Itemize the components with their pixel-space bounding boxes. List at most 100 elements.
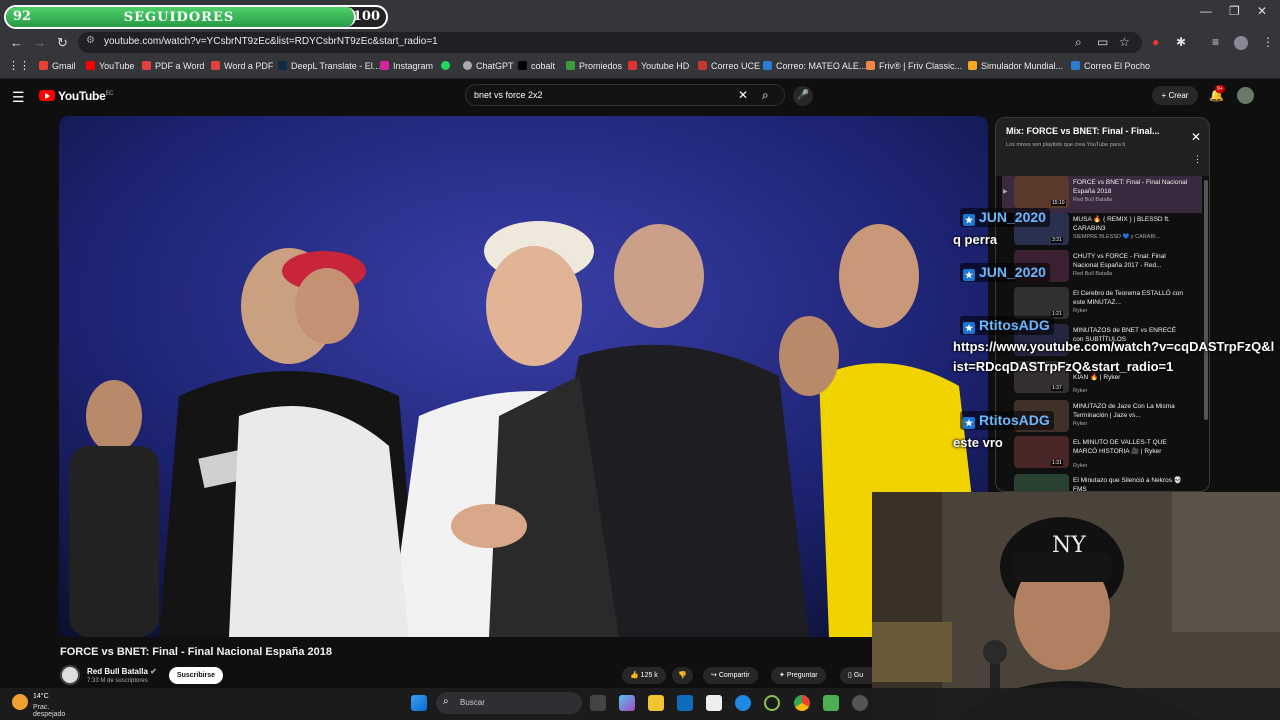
bookmark-correo-mateo[interactable]: Correo: MATEO ALE... — [763, 61, 866, 71]
save-icon: ▯ — [848, 672, 852, 679]
minimize-icon[interactable]: — — [1200, 4, 1212, 18]
chat-overlay: ★ JUN_2020 q perra ★ JUN_2020 ★ RtitosADG h… — [950, 205, 1280, 455]
instagram-icon — [380, 61, 389, 70]
voice-search-icon[interactable]: 🎤 — [793, 86, 813, 106]
create-button[interactable]: + Crear — [1152, 86, 1198, 105]
bookmark-star-icon[interactable]: ☆ — [1119, 35, 1130, 49]
bookmark-promiedos[interactable]: Promiedos — [566, 61, 622, 71]
minecraft-icon[interactable] — [823, 695, 839, 711]
chrome-icon[interactable] — [794, 695, 810, 711]
restore-icon[interactable]: ❐ — [1229, 4, 1240, 18]
youtube-icon — [86, 61, 95, 70]
back-icon[interactable]: ← — [10, 35, 23, 50]
clear-search-icon[interactable]: ✕ — [738, 88, 748, 102]
taskbar-search-input[interactable]: Buscar — [460, 698, 485, 707]
cast-icon[interactable]: ▭ — [1097, 35, 1108, 49]
youtube-logo[interactable]: YouTubeEC — [39, 89, 113, 103]
more-options-icon[interactable]: ⋮ — [1193, 154, 1202, 165]
account-avatar[interactable] — [1237, 87, 1254, 104]
reload-icon[interactable]: ↻ — [57, 35, 68, 51]
badge-icon: ★ — [963, 269, 975, 281]
share-button[interactable]: ↪ Compartir — [703, 667, 758, 684]
chat-message: q perra — [953, 232, 998, 247]
video-player[interactable] — [59, 116, 988, 637]
file-explorer-icon[interactable] — [648, 695, 664, 711]
menu-icon[interactable]: ☰ — [12, 89, 25, 106]
apps-icon[interactable]: ⋮⋮ — [8, 59, 30, 72]
reading-list-icon[interactable]: ≡ — [1212, 35, 1219, 49]
copilot-icon[interactable] — [619, 695, 635, 711]
store-icon[interactable] — [706, 695, 722, 711]
app-icon[interactable] — [852, 695, 868, 711]
playlist-title[interactable]: Mix: FORCE vs BNET: Final - Final... — [1006, 126, 1199, 136]
svg-text:NY: NY — [1052, 533, 1086, 558]
edge-icon[interactable] — [735, 695, 751, 711]
close-window-icon[interactable]: ✕ — [1257, 4, 1267, 18]
weather-icon — [12, 694, 28, 710]
omnibox[interactable]: ⚙ youtube.com/watch?v=YCsbrNT9zEc&list=R… — [78, 32, 1142, 53]
playlist-item[interactable]: El Minutazo que Silenció a Nekros 💀 FMS — [1002, 474, 1202, 491]
pdf-icon — [211, 61, 220, 70]
bookmark-youtube[interactable]: YouTube — [86, 61, 134, 71]
url-text[interactable]: youtube.com/watch?v=YCsbrNT9zEc&list=RDY… — [104, 36, 438, 47]
bookmark-correo-uce[interactable]: Correo UCE — [698, 61, 760, 71]
task-view-icon[interactable] — [590, 695, 606, 711]
cobalt-icon — [518, 61, 527, 70]
bookmark-correo-pocho[interactable]: Correo El Pocho — [1071, 61, 1150, 71]
promiedos-icon — [566, 61, 575, 70]
follower-goal: 100 — [352, 9, 380, 24]
search-icon[interactable]: ⌕ — [762, 88, 769, 103]
forward-icon[interactable]: → — [33, 35, 46, 50]
close-playlist-icon[interactable]: ✕ — [1191, 130, 1201, 144]
search-box[interactable]: bnet vs force 2x2 ✕ ⌕ — [465, 84, 785, 106]
outlook-icon[interactable] — [677, 695, 693, 711]
thumbnail — [1014, 474, 1069, 491]
site-info-icon[interactable]: ⚙ — [86, 35, 95, 46]
windows-taskbar — [0, 688, 1280, 720]
zoom-icon[interactable]: ⌕ — [1075, 35, 1082, 50]
subscribe-button[interactable]: Suscribirse — [169, 667, 223, 684]
bookmarks-bar: ⋮⋮ Gmail YouTube PDF a Word Word a PDF D… — [0, 55, 1280, 79]
extensions-icon[interactable]: ✱ — [1176, 35, 1186, 49]
whatsapp-icon[interactable] — [441, 61, 454, 71]
follower-label: SEGUIDORES — [123, 10, 235, 25]
thumbs-down-icon: 👎 — [678, 672, 687, 679]
simulador-icon — [968, 61, 977, 70]
pdf-icon — [142, 61, 151, 70]
channel-name[interactable]: Red Bull Batalla ✔ — [87, 667, 157, 676]
duration: 1:31 — [1051, 460, 1063, 466]
bookmark-pdf-a-word[interactable]: PDF a Word — [142, 61, 204, 71]
bookmark-friv[interactable]: Friv® | Friv Classic... — [866, 61, 962, 71]
save-button[interactable]: ▯ Gu — [840, 667, 872, 684]
bookmark-chatgpt[interactable]: ChatGPT — [463, 61, 514, 71]
search-input[interactable]: bnet vs force 2x2 — [474, 90, 543, 100]
bookmark-instagram[interactable]: Instagram — [380, 61, 433, 71]
ask-button[interactable]: ✦ Preguntar — [771, 667, 826, 684]
badge-icon: ★ — [963, 322, 975, 334]
extension-red-icon[interactable]: ● — [1152, 35, 1159, 49]
windows-start-icon[interactable] — [411, 695, 427, 711]
app-u-icon[interactable] — [764, 695, 780, 711]
item-title: FORCE vs BNET: Final - Final Nacional Es… — [1073, 179, 1188, 195]
chat-message: https://www.youtube.com/watch?v=cqDASTrp… — [953, 339, 1275, 374]
webcam-frame: NY — [872, 492, 1280, 720]
bookmark-youtube-hd[interactable]: Youtube HD — [628, 61, 689, 71]
chat-username: ★ JUN_2020 — [960, 263, 1050, 282]
chat-username: ★ RtitosADG — [960, 411, 1054, 430]
youtube-hd-icon — [628, 61, 637, 70]
video-frame — [59, 116, 988, 637]
bookmark-word-a-pdf[interactable]: Word a PDF — [211, 61, 273, 71]
bookmark-deepl[interactable]: DeepL Translate - El... — [278, 61, 380, 71]
taskbar-search[interactable]: ⌕ Buscar — [436, 692, 582, 714]
bookmark-gmail[interactable]: Gmail — [39, 61, 76, 71]
like-button[interactable]: 👍 125 k — [622, 667, 666, 684]
bookmark-cobalt[interactable]: cobalt — [518, 61, 555, 71]
bookmark-simulador[interactable]: Simulador Mundial... — [968, 61, 1063, 71]
profile-avatar[interactable] — [1234, 36, 1248, 50]
channel-avatar[interactable] — [60, 665, 80, 685]
chrome-menu-icon[interactable]: ⋮ — [1262, 35, 1274, 49]
follower-goal-bar: 92 SEGUIDORES 100 — [4, 5, 388, 29]
dislike-button[interactable]: 👎 — [672, 667, 693, 684]
chat-username: ★ RtitosADG — [960, 316, 1054, 335]
notifications-icon[interactable]: 🔔 9+ — [1209, 85, 1225, 102]
